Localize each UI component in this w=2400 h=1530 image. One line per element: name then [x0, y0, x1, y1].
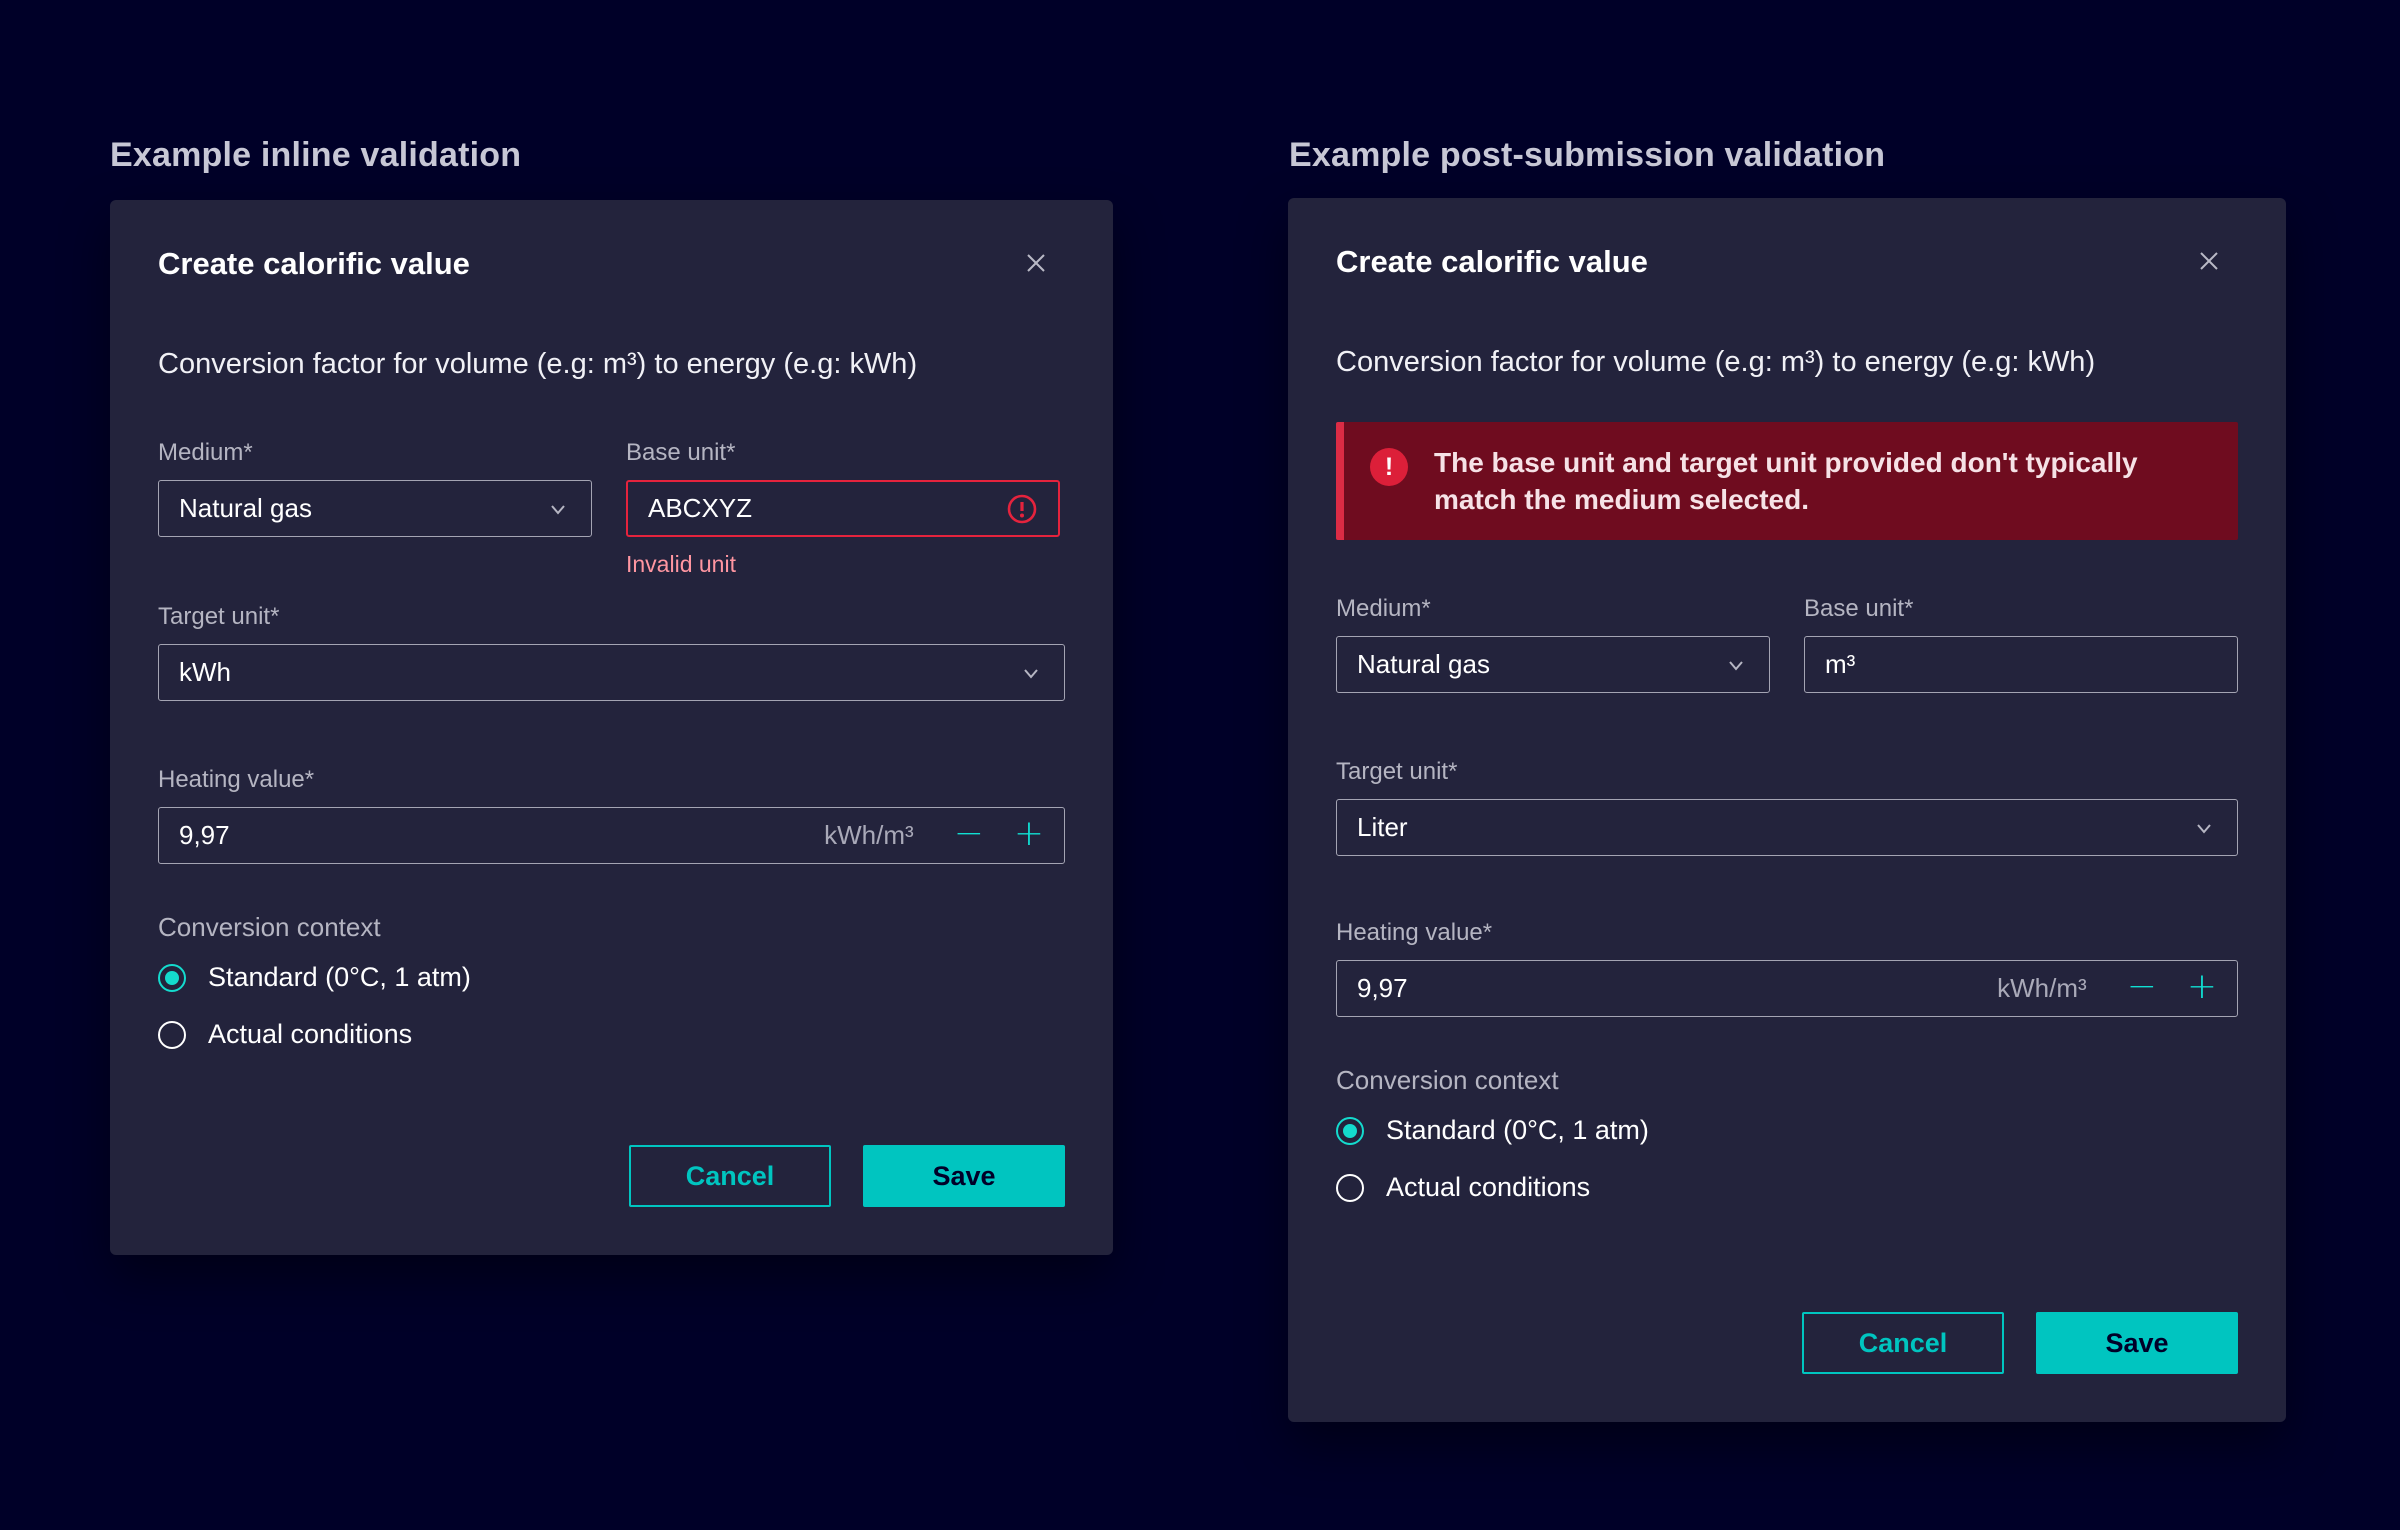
cancel-button[interactable]: Cancel [629, 1145, 831, 1207]
radio-selected-icon [1336, 1117, 1364, 1145]
target-unit-label: Target unit* [1336, 757, 2238, 787]
chevron-down-icon [1723, 652, 1749, 678]
increment-button[interactable]: + [2187, 969, 2217, 1009]
close-icon [1021, 248, 1051, 278]
heating-value-unit: kWh/m³ [1997, 973, 2087, 1004]
dialog-title: Create calorific value [1336, 242, 1648, 282]
section-heading-post-submission-validation: Example post-submission validation [1289, 136, 1885, 175]
target-unit-select[interactable]: kWh [158, 644, 1065, 701]
dialog-header: Create calorific value [158, 244, 1065, 284]
medium-field: Medium* Natural gas [1336, 594, 1770, 693]
medium-field: Medium* Natural gas [158, 438, 592, 537]
medium-value: Natural gas [1357, 649, 1723, 680]
plus-icon: + [1014, 813, 1044, 854]
base-unit-input-wrapper [626, 480, 1060, 537]
base-unit-input[interactable] [1825, 649, 2217, 680]
radio-unselected-icon [158, 1021, 186, 1049]
dialog-title: Create calorific value [158, 244, 470, 284]
radio-option-actual[interactable]: Actual conditions [158, 1019, 1065, 1050]
radio-option-standard[interactable]: Standard (0°C, 1 atm) [158, 962, 1065, 993]
base-unit-field: Base unit* [1804, 594, 2238, 693]
target-unit-field: Target unit* kWh [158, 602, 1065, 701]
plus-icon: + [2187, 966, 2217, 1007]
heating-value-input-wrapper: kWh/m³ − + [158, 807, 1065, 864]
close-icon [2194, 246, 2224, 276]
dialog-description: Conversion factor for volume (e.g: m³) t… [1336, 344, 2238, 380]
medium-select[interactable]: Natural gas [1336, 636, 1770, 693]
conversion-context-label: Conversion context [1336, 1065, 2238, 1095]
page-canvas: Example inline validation Create calorif… [0, 0, 2400, 1530]
decrement-button[interactable]: − [2127, 969, 2157, 1009]
chevron-down-icon [1018, 660, 1044, 686]
medium-select[interactable]: Natural gas [158, 480, 592, 537]
base-unit-error-message: Invalid unit [626, 550, 1060, 578]
radio-option-actual[interactable]: Actual conditions [1336, 1172, 2238, 1203]
radio-selected-icon [158, 964, 186, 992]
minus-icon: − [2127, 966, 2157, 1007]
section-heading-inline-validation: Example inline validation [110, 136, 521, 175]
heating-value-label: Heating value* [158, 765, 1065, 795]
error-icon [1006, 493, 1038, 525]
close-button[interactable] [2188, 240, 2230, 282]
heating-value-field: Heating value* kWh/m³ − + [158, 765, 1065, 864]
error-banner-message: The base unit and target unit provided d… [1434, 444, 2154, 518]
base-unit-field: Base unit* Invalid unit [626, 438, 1060, 578]
dialog-header: Create calorific value [1336, 242, 2238, 282]
target-unit-label: Target unit* [158, 602, 1065, 632]
dialog-description: Conversion factor for volume (e.g: m³) t… [158, 346, 1065, 382]
radio-option-standard-label: Standard (0°C, 1 atm) [208, 962, 471, 993]
target-unit-value: Liter [1357, 812, 2191, 843]
dialog-actions: Cancel Save [629, 1145, 1065, 1207]
dialog-actions: Cancel Save [1802, 1312, 2238, 1374]
chevron-down-icon [545, 496, 571, 522]
radio-unselected-icon [1336, 1174, 1364, 1202]
cancel-button[interactable]: Cancel [1802, 1312, 2004, 1374]
heating-value-unit: kWh/m³ [824, 820, 914, 851]
save-button[interactable]: Save [2036, 1312, 2238, 1374]
radio-option-standard-label: Standard (0°C, 1 atm) [1386, 1115, 1649, 1146]
heating-value-input[interactable] [179, 820, 824, 851]
medium-value: Natural gas [179, 493, 545, 524]
heating-value-input[interactable] [1357, 973, 1997, 1004]
base-unit-label: Base unit* [626, 438, 1060, 468]
target-unit-field: Target unit* Liter [1336, 757, 2238, 856]
radio-option-actual-label: Actual conditions [208, 1019, 412, 1050]
base-unit-input[interactable] [648, 493, 1006, 524]
alert-icon: ! [1370, 448, 1408, 486]
chevron-down-icon [2191, 815, 2217, 841]
minus-icon: − [954, 813, 984, 854]
heating-value-field: Heating value* kWh/m³ − + [1336, 918, 2238, 1017]
radio-option-actual-label: Actual conditions [1386, 1172, 1590, 1203]
base-unit-input-wrapper [1804, 636, 2238, 693]
dialog-create-calorific-value-post-submission: Create calorific value Conversion factor… [1288, 198, 2286, 1422]
radio-option-standard[interactable]: Standard (0°C, 1 atm) [1336, 1115, 2238, 1146]
target-unit-value: kWh [179, 657, 1018, 688]
decrement-button[interactable]: − [954, 816, 984, 856]
heating-value-input-wrapper: kWh/m³ − + [1336, 960, 2238, 1017]
medium-label: Medium* [158, 438, 592, 468]
increment-button[interactable]: + [1014, 816, 1044, 856]
conversion-context-label: Conversion context [158, 912, 1065, 942]
alert-glyph: ! [1385, 455, 1393, 480]
error-banner: ! The base unit and target unit provided… [1336, 422, 2238, 540]
dialog-create-calorific-value-inline: Create calorific value Conversion factor… [110, 200, 1113, 1255]
heating-value-label: Heating value* [1336, 918, 2238, 948]
target-unit-select[interactable]: Liter [1336, 799, 2238, 856]
save-button[interactable]: Save [863, 1145, 1065, 1207]
base-unit-label: Base unit* [1804, 594, 2238, 624]
medium-label: Medium* [1336, 594, 1770, 624]
close-button[interactable] [1015, 242, 1057, 284]
